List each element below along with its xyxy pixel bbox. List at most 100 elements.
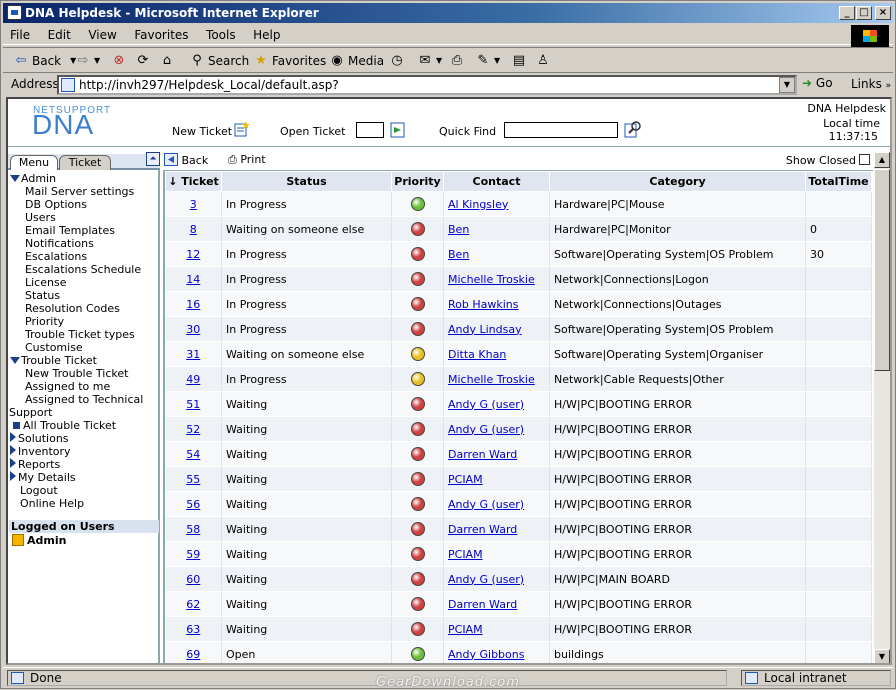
- logged-on-user[interactable]: Admin: [12, 534, 66, 548]
- ticket-link[interactable]: 62: [186, 598, 200, 611]
- table-row[interactable]: 60 Waiting Andy G (user) H/W|PC|MAIN BOARD: [165, 566, 872, 592]
- sidebar-item[interactable]: DB Options: [8, 198, 158, 211]
- new-ticket-icon[interactable]: [234, 121, 250, 137]
- ticket-link[interactable]: 51: [186, 398, 200, 411]
- edit-button[interactable]: ✎ ▼: [475, 52, 501, 70]
- menu-favorites[interactable]: Favorites: [127, 25, 195, 45]
- sidebar-item[interactable]: Assigned to me: [8, 380, 158, 393]
- print-toolbar-button[interactable]: ⎙: [449, 52, 465, 70]
- messenger-button[interactable]: ♙: [535, 52, 551, 70]
- go-button[interactable]: ➜ Go: [802, 76, 833, 90]
- table-row[interactable]: 30 In Progress Andy Lindsay Software|Operat…: [165, 316, 872, 342]
- contact-link[interactable]: Andy G (user): [448, 398, 524, 411]
- stop-button[interactable]: ⊗: [111, 52, 127, 70]
- ticket-link[interactable]: 49: [186, 373, 200, 386]
- history-button[interactable]: ◷: [389, 52, 405, 70]
- table-row[interactable]: 12 In Progress Ben Software|Operating Syste…: [165, 241, 872, 267]
- table-row[interactable]: 55 Waiting PCIAM H/W|PC|BOOTING ERROR: [165, 466, 872, 492]
- sidebar-item[interactable]: Assigned to Technical: [8, 393, 158, 406]
- table-row[interactable]: 56 Waiting Andy G (user) H/W|PC|BOOTING ERR…: [165, 491, 872, 517]
- column-header-ticket[interactable]: ↓ Ticket: [165, 171, 222, 192]
- menu-tools[interactable]: Tools: [199, 25, 243, 45]
- contact-link[interactable]: PCIAM: [448, 473, 483, 486]
- menu-help[interactable]: Help: [246, 25, 287, 45]
- open-ticket-go-icon[interactable]: [390, 122, 406, 138]
- discuss-button[interactable]: ▤: [511, 52, 527, 70]
- ticket-link[interactable]: 52: [186, 423, 200, 436]
- favorites-button[interactable]: ★ Favorites: [253, 52, 326, 70]
- table-row[interactable]: 16 In Progress Rob Hawkins Network|Connecti…: [165, 291, 872, 317]
- mail-button[interactable]: ✉ ▼: [417, 52, 443, 70]
- contact-link[interactable]: Ben: [448, 248, 469, 261]
- table-row[interactable]: 69 Open Andy Gibbons buildings: [165, 641, 872, 663]
- sidebar-item[interactable]: New Trouble Ticket: [8, 367, 158, 380]
- ticket-link[interactable]: 69: [186, 648, 200, 661]
- open-ticket-input[interactable]: [356, 122, 384, 138]
- links-button[interactable]: Links »: [851, 77, 891, 91]
- sidebar-item[interactable]: My Details: [8, 471, 158, 484]
- sidebar-item[interactable]: License: [8, 276, 158, 289]
- sidebar-item[interactable]: Mail Server settings: [8, 185, 158, 198]
- table-row[interactable]: 63 Waiting PCIAM H/W|PC|BOOTING ERROR: [165, 616, 872, 642]
- sidebar-item[interactable]: Priority: [8, 315, 158, 328]
- contact-link[interactable]: Darren Ward: [448, 523, 517, 536]
- column-header-contact[interactable]: Contact: [443, 171, 550, 192]
- table-row[interactable]: 58 Waiting Darren Ward H/W|PC|BOOTING ERROR: [165, 516, 872, 542]
- ticket-link[interactable]: 12: [186, 248, 200, 261]
- minimize-button[interactable]: _: [839, 6, 855, 20]
- ticket-link[interactable]: 58: [186, 523, 200, 536]
- tab-ticket[interactable]: Ticket: [59, 155, 111, 170]
- ticket-link[interactable]: 3: [190, 198, 197, 211]
- ticket-link[interactable]: 60: [186, 573, 200, 586]
- contact-link[interactable]: Andy Gibbons: [448, 648, 524, 661]
- sidebar-item[interactable]: Escalations Schedule: [8, 263, 158, 276]
- contact-link[interactable]: Andy G (user): [448, 498, 524, 511]
- ticket-link[interactable]: 59: [186, 548, 200, 561]
- table-row[interactable]: 59 Waiting PCIAM H/W|PC|BOOTING ERROR: [165, 541, 872, 567]
- page-scrollbar[interactable]: ▲ ▼: [874, 152, 890, 663]
- contact-link[interactable]: Darren Ward: [448, 448, 517, 461]
- table-row[interactable]: 52 Waiting Andy G (user) H/W|PC|BOOTING ERR…: [165, 416, 872, 442]
- scroll-down-button[interactable]: ▼: [874, 649, 890, 663]
- table-row[interactable]: 8 Waiting on someone else Ben Hardware|PC|M…: [165, 216, 872, 242]
- menu-edit[interactable]: Edit: [41, 25, 78, 45]
- contact-link[interactable]: PCIAM: [448, 548, 483, 561]
- table-row[interactable]: 31 Waiting on someone else Ditta Khan Softw…: [165, 341, 872, 367]
- table-row[interactable]: 62 Waiting Darren Ward H/W|PC|BOOTING ERROR: [165, 591, 872, 617]
- sidebar-item[interactable]: Logout: [8, 484, 158, 497]
- sidebar-item[interactable]: Email Templates: [8, 224, 158, 237]
- forward-button[interactable]: ⇨ ▼: [75, 52, 101, 70]
- sidebar-item[interactable]: Inventory: [8, 445, 158, 458]
- sidebar-item[interactable]: Customise: [8, 341, 158, 354]
- table-row[interactable]: 51 Waiting Andy G (user) H/W|PC|BOOTING ERR…: [165, 391, 872, 417]
- sidebar-item[interactable]: Online Help: [8, 497, 158, 510]
- contact-link[interactable]: Michelle Troskie: [448, 373, 535, 386]
- sidebar-item[interactable]: Resolution Codes: [8, 302, 158, 315]
- contact-link[interactable]: Rob Hawkins: [448, 298, 519, 311]
- quick-find-input[interactable]: [504, 122, 618, 138]
- ticket-link[interactable]: 31: [186, 348, 200, 361]
- ticket-link[interactable]: 16: [186, 298, 200, 311]
- contact-link[interactable]: Andy G (user): [448, 423, 524, 436]
- scroll-thumb[interactable]: [874, 169, 890, 371]
- contact-link[interactable]: Andy Lindsay: [448, 323, 522, 336]
- scroll-up-button[interactable]: ▲: [874, 152, 890, 168]
- ticket-link[interactable]: 54: [186, 448, 200, 461]
- close-button[interactable]: ×: [875, 6, 891, 20]
- sidebar-item[interactable]: Trouble Ticket types: [8, 328, 158, 341]
- sidebar-item[interactable]: Admin: [8, 172, 158, 185]
- maximize-button[interactable]: □: [856, 6, 872, 20]
- sidebar-item[interactable]: Reports: [8, 458, 158, 471]
- table-row[interactable]: 3 In Progress Al Kingsley Hardware|PC|Mouse: [165, 191, 872, 217]
- contact-link[interactable]: Michelle Troskie: [448, 273, 535, 286]
- home-button[interactable]: ⌂: [159, 52, 175, 70]
- ticket-link[interactable]: 55: [186, 473, 200, 486]
- sidebar-item[interactable]: Support: [8, 406, 158, 419]
- contact-link[interactable]: Ditta Khan: [448, 348, 506, 361]
- address-dropdown-button[interactable]: ▼: [779, 77, 795, 93]
- ticket-link[interactable]: 14: [186, 273, 200, 286]
- search-button[interactable]: ⚲ Search: [189, 52, 249, 70]
- contact-link[interactable]: Al Kingsley: [448, 198, 508, 211]
- ticket-link[interactable]: 63: [186, 623, 200, 636]
- contact-link[interactable]: Ben: [448, 223, 469, 236]
